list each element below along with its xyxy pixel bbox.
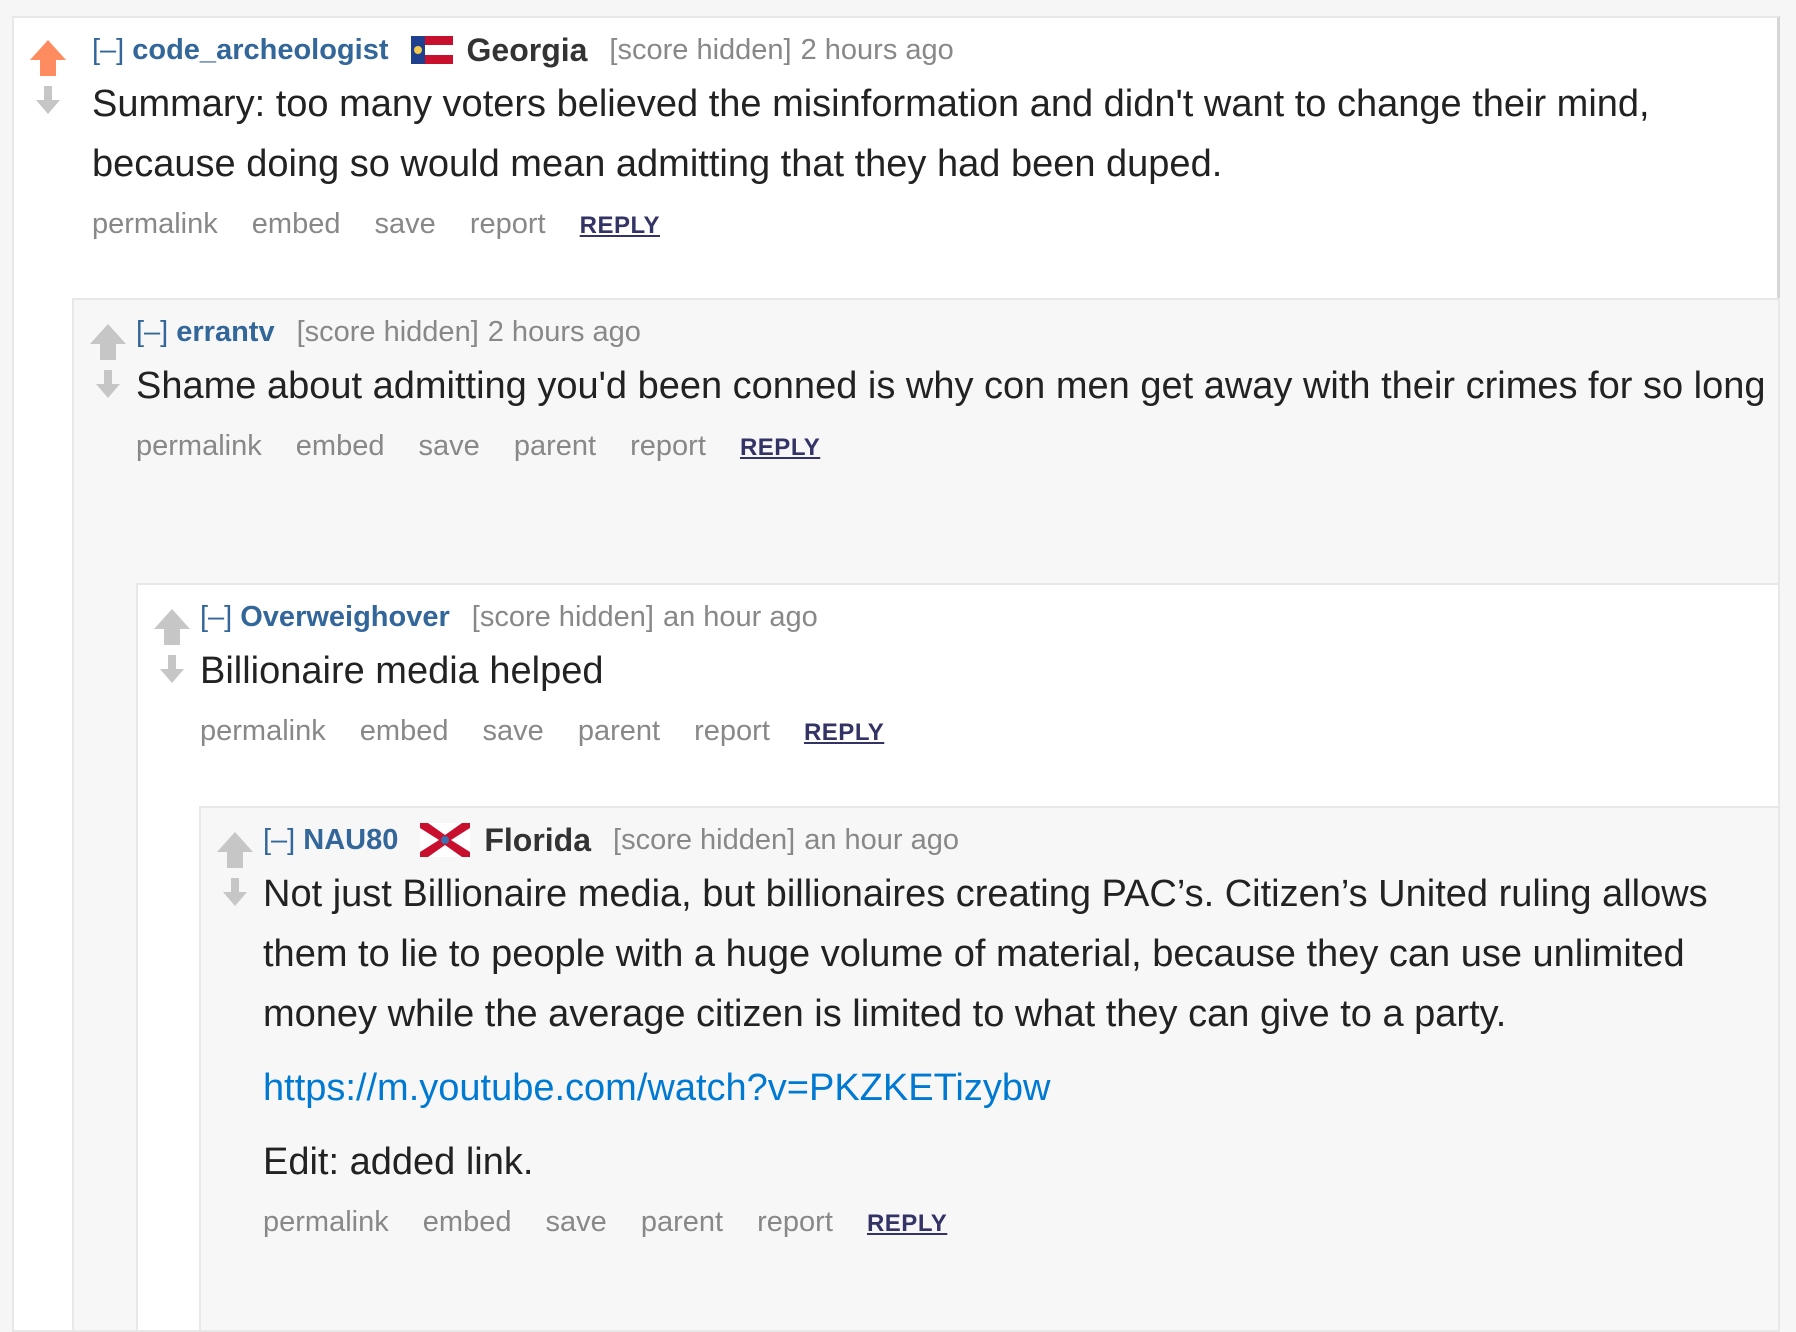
save-button[interactable]: save [546,1206,607,1238]
comment-text: Not just Billionaire media, but billiona… [263,873,1708,1035]
report-button[interactable]: report [470,208,546,240]
comment-entry: [–] Overweighover [score hidden] an hour… [200,595,1770,748]
author-link[interactable]: errantv [176,310,274,354]
report-button[interactable]: report [630,430,706,462]
timestamp: 2 hours ago [800,34,954,66]
timestamp: 2 hours ago [487,316,641,348]
upvote-arrow-icon[interactable] [28,38,68,78]
downvote-arrow-icon[interactable] [160,655,184,683]
comment-text: Shame about admitting you'd been conned … [136,365,1766,407]
embed-button[interactable]: embed [296,430,385,462]
comment-entry: [–] errantv [score hidden] 2 hours ago S… [136,310,1770,463]
comment-actions: permalink embed save parent report REPLY [200,715,1770,748]
score-hidden: [score hidden] [471,601,654,633]
comment-entry: [–] NAU80 Florida [score hidden] an hour… [263,818,1770,1239]
florida-flag-icon [420,823,471,857]
user-flair: Georgia [410,28,588,72]
timestamp: an hour ago [662,601,818,633]
upvote-arrow-icon[interactable] [88,322,128,362]
author-link[interactable]: Overweighover [240,595,450,639]
parent-button[interactable]: parent [641,1206,723,1238]
comment-nau80: [–] NAU80 Florida [score hidden] an hour… [199,806,1780,1332]
upvote-arrow-icon[interactable] [215,830,255,870]
downvote-arrow-icon[interactable] [96,370,120,398]
comment-body: Not just Billionaire media, but billiona… [263,864,1770,1192]
flair-text: Florida [484,822,592,858]
comment-body: Shame about admitting you'd been conned … [136,356,1770,416]
save-button[interactable]: save [483,715,544,747]
score-hidden: [score hidden] [296,316,479,348]
comment-entry: [–] code_archeologist Georgia [score hid… [92,28,1769,241]
report-button[interactable]: report [757,1206,833,1238]
tagline: [–] NAU80 Florida [score hidden] an hour… [263,818,1770,862]
collapse-toggle[interactable]: [–] [136,310,168,354]
author-link[interactable]: code_archeologist [132,28,388,72]
save-button[interactable]: save [419,430,480,462]
youtube-link[interactable]: https://m.youtube.com/watch?v=PKZKETizyb… [263,1067,1050,1109]
collapse-toggle[interactable]: [–] [200,595,232,639]
permalink-button[interactable]: permalink [92,208,218,240]
report-button[interactable]: report [694,715,770,747]
parent-button[interactable]: parent [514,430,596,462]
tagline: [–] code_archeologist Georgia [score hid… [92,28,1769,72]
comment-body: Billionaire media helped [200,641,1770,701]
comment-body: Summary: too many voters believed the mi… [92,74,1769,194]
georgia-flag-icon [410,36,453,64]
embed-button[interactable]: embed [252,208,341,240]
downvote-arrow-icon[interactable] [36,86,60,114]
reply-button[interactable]: REPLY [804,719,884,746]
score-hidden: [score hidden] [609,34,792,66]
reply-button[interactable]: REPLY [867,1210,947,1237]
user-flair: Florida [420,818,591,862]
edit-note: Edit: added link. [263,1141,534,1183]
collapse-toggle[interactable]: [–] [92,28,124,72]
comment-text: Billionaire media helped [200,650,604,692]
parent-button[interactable]: parent [578,715,660,747]
upvote-arrow-icon[interactable] [152,607,192,647]
collapse-toggle[interactable]: [–] [263,818,295,862]
comment-actions: permalink embed save report REPLY [92,208,1769,241]
flair-text: Georgia [466,32,588,68]
score-hidden: [score hidden] [613,824,796,856]
comment-actions: permalink embed save parent report REPLY [136,430,1770,463]
comment-actions: permalink embed save parent report REPLY [263,1206,1770,1239]
reply-button[interactable]: REPLY [580,212,660,239]
reply-button[interactable]: REPLY [740,434,820,461]
embed-button[interactable]: embed [360,715,449,747]
comment-text: Summary: too many voters believed the mi… [92,83,1650,185]
embed-button[interactable]: embed [423,1206,512,1238]
permalink-button[interactable]: permalink [200,715,326,747]
timestamp: an hour ago [804,824,959,856]
permalink-button[interactable]: permalink [263,1206,389,1238]
author-link[interactable]: NAU80 [303,818,398,862]
tagline: [–] Overweighover [score hidden] an hour… [200,595,1770,639]
permalink-button[interactable]: permalink [136,430,262,462]
tagline: [–] errantv [score hidden] 2 hours ago [136,310,1770,354]
downvote-arrow-icon[interactable] [223,878,247,906]
save-button[interactable]: save [375,208,436,240]
